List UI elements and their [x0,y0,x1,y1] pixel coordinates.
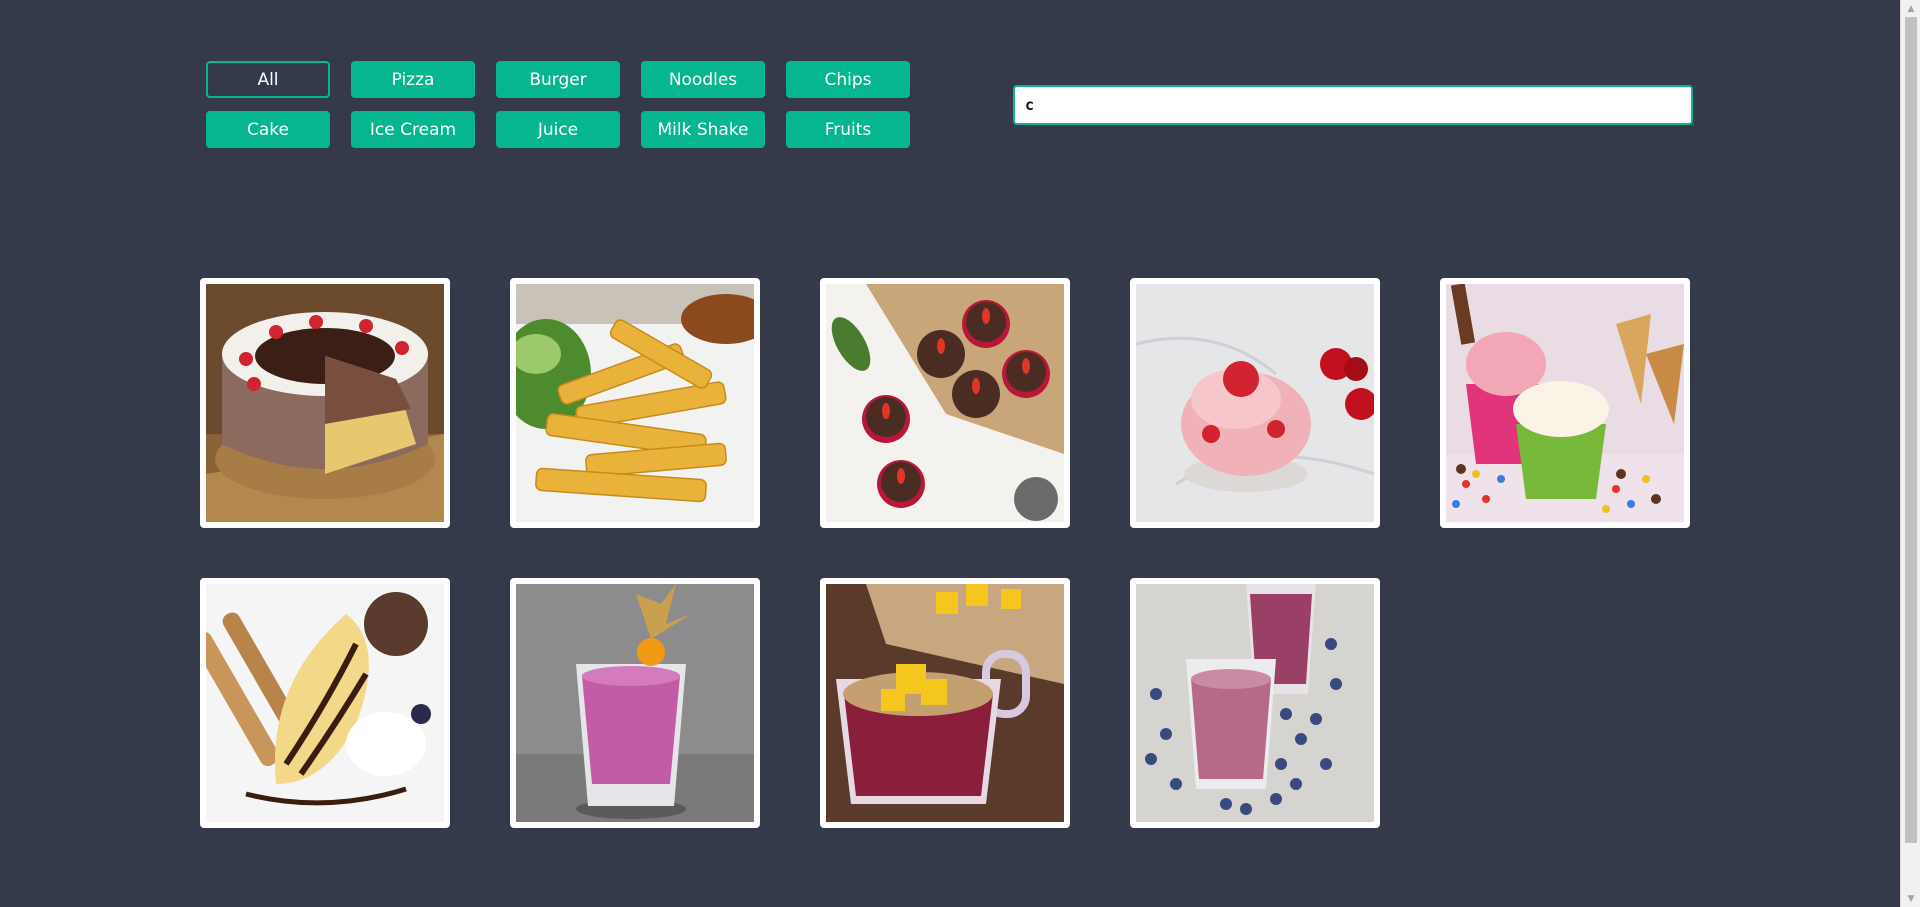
filter-ice-cream-button[interactable]: Ice Cream [351,111,475,148]
filter-all-button[interactable]: All [206,61,330,98]
search-input[interactable] [1013,85,1693,125]
gallery-card[interactable] [1130,278,1380,528]
chocolate-truffles-image [826,284,1064,522]
strawberry-dessert-image [1136,284,1374,522]
filter-noodles-button[interactable]: Noodles [641,61,765,98]
gallery-card[interactable] [820,278,1070,528]
gallery-card[interactable] [820,578,1070,828]
filter-chips-button[interactable]: Chips [786,61,910,98]
gallery-card[interactable] [200,578,450,828]
scrollbar-thumb[interactable] [1905,17,1917,843]
blueberry-juice-image [1136,584,1374,822]
french-fries-image [516,284,754,522]
gallery-card[interactable] [1130,578,1380,828]
page: All Pizza Burger Noodles Chips Cake Ice … [0,0,1920,907]
gallery-card[interactable] [510,578,760,828]
category-filters: All Pizza Burger Noodles Chips Cake Ice … [206,61,910,148]
chocolate-cake-image [206,284,444,522]
search-container [1013,85,1693,125]
vertical-scrollbar[interactable]: ▲ ▼ [1900,0,1920,907]
filter-juice-button[interactable]: Juice [496,111,620,148]
scroll-down-icon[interactable]: ▼ [1901,890,1920,907]
filter-pizza-button[interactable]: Pizza [351,61,475,98]
gallery-card[interactable] [200,278,450,528]
gallery-card[interactable] [510,278,760,528]
gallery-card[interactable] [1440,278,1690,528]
filter-milk-shake-button[interactable]: Milk Shake [641,111,765,148]
berry-smoothie-image [516,584,754,822]
fruit-bowl-drink-image [826,584,1064,822]
filter-cake-button[interactable]: Cake [206,111,330,148]
ice-cream-cups-image [1446,284,1684,522]
filter-burger-button[interactable]: Burger [496,61,620,98]
scroll-up-icon[interactable]: ▲ [1901,0,1920,17]
banana-split-image [206,584,444,822]
filter-fruits-button[interactable]: Fruits [786,111,910,148]
food-gallery [200,278,1690,828]
